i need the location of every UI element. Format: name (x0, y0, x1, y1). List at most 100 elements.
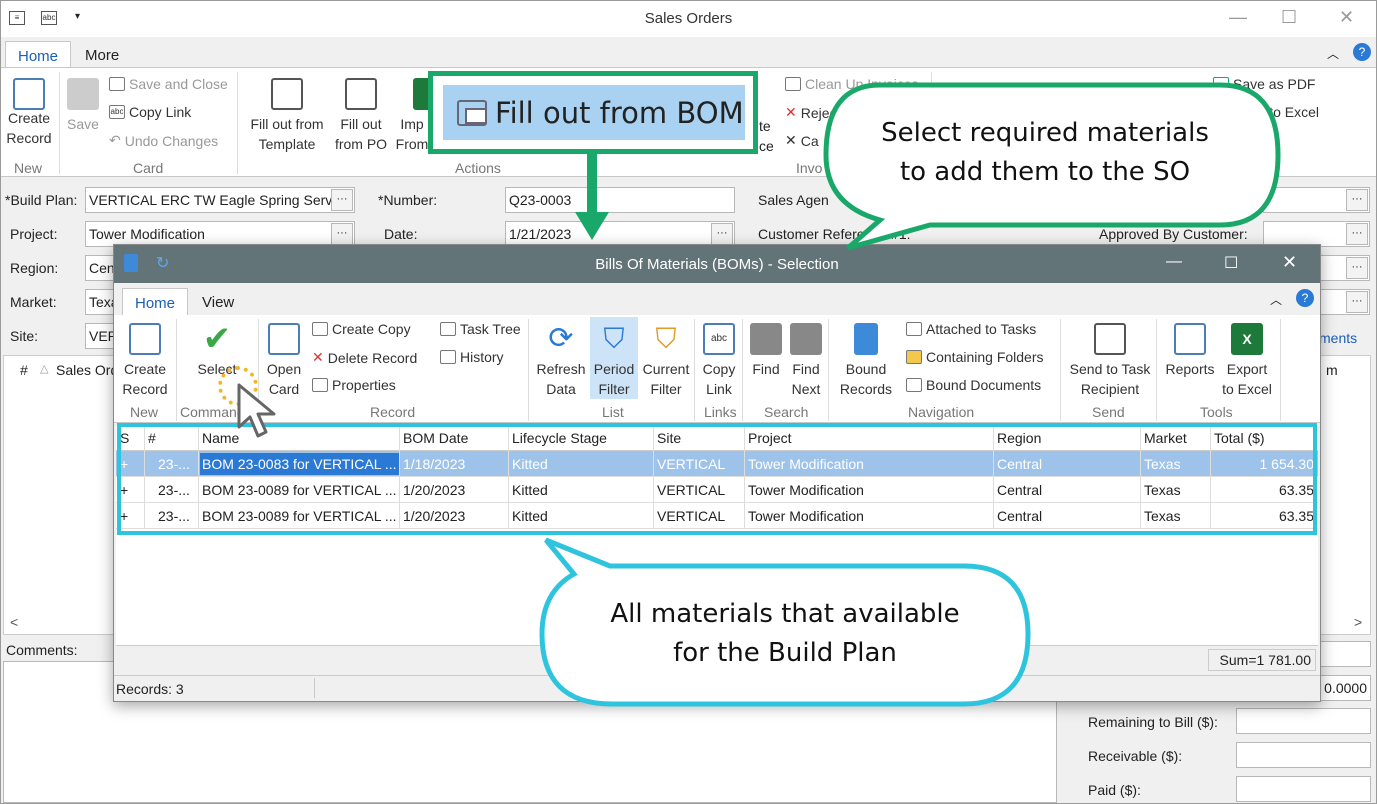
amount-field[interactable]: 0.0000 (1319, 675, 1371, 701)
dialog-ribbon: Create Record ✔ Select Open Card Create Cop… (114, 315, 1320, 423)
folders-label: Containing Folders (926, 349, 1044, 365)
main-tabs: Home More ︿ ? (1, 37, 1376, 68)
receivable-label: Receivable ($): (1088, 748, 1183, 764)
copy-link-button[interactable]: abc Copy Link (698, 323, 740, 399)
tab-view[interactable]: View (190, 288, 246, 315)
create-record-label-1: Create (123, 361, 167, 377)
project-value: Tower Modification (89, 226, 205, 242)
maximize-icon[interactable]: ☐ (1281, 7, 1297, 28)
group-record-label: Record (370, 404, 416, 420)
copy-link-button[interactable]: abc Copy Link (109, 104, 191, 120)
browse-button[interactable]: ··· (1346, 257, 1368, 279)
task-tree-icon (440, 322, 456, 336)
browse-button[interactable]: ··· (331, 189, 353, 211)
group-tools-label: Tools (1200, 404, 1233, 420)
scroll-left-icon[interactable]: < (10, 614, 18, 630)
history-label: History (460, 349, 504, 365)
help-icon[interactable]: ? (1353, 43, 1371, 61)
fill-po-button[interactable]: Fill out from PO (333, 78, 389, 154)
calendar-button[interactable]: ··· (711, 223, 733, 245)
find-next-label-2: Next (791, 381, 821, 397)
browse-button[interactable]: ··· (1346, 189, 1368, 211)
delete-record-button[interactable]: ✕ Delete Record (312, 349, 417, 366)
minimize-icon[interactable]: — (1229, 7, 1247, 28)
refresh-label-2: Data (546, 381, 576, 397)
clean-up-icon (785, 77, 801, 91)
refresh-data-button[interactable]: ⟳ Refresh Data (534, 323, 588, 399)
invoice-button[interactable]: te ce (759, 116, 774, 156)
help-icon[interactable]: ? (1296, 289, 1314, 307)
maximize-icon[interactable]: ☐ (1224, 253, 1238, 273)
close-icon[interactable]: ✕ (1282, 252, 1297, 273)
history-button[interactable]: History (440, 349, 504, 365)
fill-template-button[interactable]: Fill out from Template (245, 78, 329, 154)
divider (176, 319, 177, 421)
history-icon (440, 350, 456, 364)
group-links-label: Links (704, 404, 737, 420)
undo-changes-button[interactable]: ↶ Undo Changes (109, 132, 218, 149)
create-copy-label: Create Copy (332, 321, 411, 337)
receivable-field[interactable] (1236, 742, 1371, 768)
period-label-2: Filter (598, 381, 630, 397)
collapse-ribbon-icon[interactable]: ︿ (1327, 45, 1339, 62)
collapse-ribbon-icon[interactable]: ︿ (1270, 291, 1282, 308)
save-close-icon (109, 77, 125, 91)
period-filter-button[interactable]: ⛉ Period Filter (590, 317, 638, 399)
group-search-label: Search (764, 404, 809, 420)
browse-button[interactable]: ··· (1346, 223, 1368, 245)
close-icon[interactable]: ✕ (1339, 7, 1354, 28)
fill-bom-button[interactable]: Fill out from BOM (443, 85, 745, 140)
browse-button[interactable]: ··· (331, 223, 353, 245)
save-button[interactable]: Save (63, 78, 103, 134)
calendar-icon (1094, 323, 1126, 355)
number-field[interactable]: Q23-0003 (505, 187, 735, 213)
group-actions-label: Actions (455, 160, 501, 176)
export-excel-button[interactable]: X Export to Excel (1220, 323, 1274, 399)
send-label-1: Send to Task (1069, 361, 1151, 377)
delete-record-label: Delete Record (327, 349, 418, 366)
current-filter-button[interactable]: ⛉ Current Filter (640, 323, 692, 399)
create-record-label: Create Record (6, 110, 52, 146)
scroll-right-icon[interactable]: > (1354, 614, 1362, 630)
save-and-close-button[interactable]: Save and Close (109, 76, 228, 92)
find-next-button[interactable]: Find Next (786, 323, 826, 399)
task-tree-button[interactable]: Task Tree (440, 321, 521, 337)
paid-field[interactable] (1236, 776, 1371, 802)
create-copy-button[interactable]: Create Copy (312, 321, 411, 337)
export-label-1: Export (1226, 361, 1268, 377)
reject-icon: ✕ (785, 104, 797, 120)
remaining-field[interactable] (1236, 708, 1371, 734)
attached-tasks-button[interactable]: Attached to Tasks (906, 321, 1036, 337)
send-to-task-button[interactable]: Send to Task Recipient (1066, 323, 1154, 399)
properties-button[interactable]: Properties (312, 377, 396, 393)
undo-icon: ↶ (109, 132, 121, 148)
browse-button[interactable]: ··· (1346, 291, 1368, 313)
market-label: Market: (10, 294, 57, 310)
bound-docs-label: Bound Documents (926, 377, 1042, 393)
site-label: Site: (10, 328, 39, 344)
create-record-button[interactable]: Create Record (120, 323, 170, 399)
reports-button[interactable]: Reports (1162, 323, 1218, 379)
build-plan-field[interactable]: VERTICAL ERC TW Eagle Spring Servi ··· (85, 187, 355, 213)
tab-more[interactable]: More (73, 41, 131, 68)
region-label: Region: (10, 260, 59, 276)
link-label[interactable]: ments (1319, 330, 1357, 346)
folder-icon (906, 350, 922, 364)
dialog-tabs: Home View ︿ ? (114, 283, 1320, 315)
divider (528, 319, 529, 421)
fill-po-label-1: Fill out (340, 116, 382, 132)
bound-records-button[interactable]: Bound Records (836, 323, 896, 399)
import-button[interactable]: Imp From (395, 78, 429, 154)
field[interactable] (1319, 641, 1371, 667)
tab-home[interactable]: Home (5, 41, 72, 68)
minimize-icon[interactable]: — (1166, 253, 1182, 271)
sales-order-header: Sales Ord (56, 362, 119, 378)
create-record-button[interactable]: Create Record (5, 78, 53, 148)
find-button[interactable]: Find (746, 323, 786, 379)
containing-folders-button[interactable]: Containing Folders (906, 349, 1044, 365)
fill-po-label-2: from PO (334, 136, 388, 152)
tab-home[interactable]: Home (122, 288, 189, 315)
filter-icon: ⛉ (603, 323, 625, 354)
bound-documents-button[interactable]: Bound Documents (906, 377, 1041, 393)
fill-bom-label: Fill out from BOM (495, 95, 744, 130)
